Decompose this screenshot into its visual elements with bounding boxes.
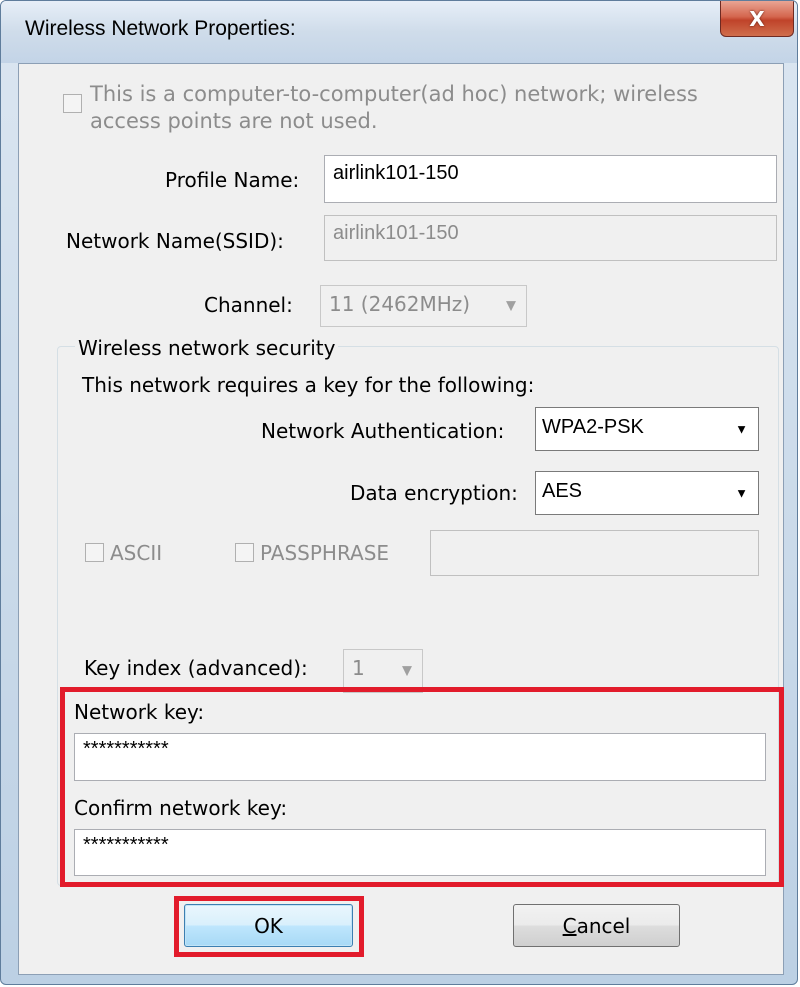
adhoc-label: This is a computer-to-computer(ad hoc) n… — [90, 81, 698, 135]
profile-name-label: Profile Name: — [165, 168, 300, 192]
chevron-down-icon: ▼ — [402, 663, 412, 679]
ssid-input[interactable]: airlink101-150 — [324, 215, 777, 261]
confirm-network-key-input[interactable]: *********** — [74, 829, 766, 876]
network-key-label: Network key: — [74, 700, 205, 724]
security-requirement-text: This network requires a key for the foll… — [82, 373, 535, 397]
data-encryption-label: Data encryption: — [350, 481, 518, 505]
network-key-input[interactable]: *********** — [74, 733, 766, 781]
adhoc-label-line1: This is a computer-to-computer(ad hoc) n… — [90, 82, 698, 106]
profile-name-input[interactable]: airlink101-150 — [324, 155, 777, 203]
cancel-button-label: ancel — [576, 913, 631, 938]
cancel-button-mnemonic: C — [562, 913, 577, 938]
channel-value: 11 (2462MHz) — [329, 292, 471, 316]
close-icon: X — [749, 6, 765, 31]
cancel-button[interactable]: Cancel — [513, 904, 680, 947]
key-index-value: 1 — [352, 656, 365, 680]
network-authentication-value: WPA2-PSK — [542, 416, 644, 438]
dialog-client-area: This is a computer-to-computer(ad hoc) n… — [18, 63, 784, 975]
ssid-label: Network Name(SSID): — [66, 229, 284, 253]
ok-button[interactable]: OK — [184, 904, 353, 947]
chevron-down-icon: ▼ — [506, 298, 516, 314]
title-bar[interactable]: Wireless Network Properties: X — [1, 1, 797, 63]
security-group-title: Wireless network security — [75, 336, 339, 360]
close-button[interactable]: X — [720, 1, 794, 37]
channel-label: Channel: — [204, 293, 293, 317]
passphrase-checkbox[interactable] — [235, 543, 254, 562]
network-authentication-label: Network Authentication: — [261, 419, 505, 443]
ascii-checkbox[interactable] — [85, 543, 104, 562]
adhoc-checkbox[interactable] — [63, 94, 82, 113]
ascii-label: ASCII — [110, 541, 163, 565]
key-index-label: Key index (advanced): — [84, 656, 308, 680]
data-encryption-select[interactable]: AES ▼ — [535, 471, 759, 515]
adhoc-label-line2: access points are not used. — [90, 109, 378, 133]
channel-select[interactable]: 11 (2462MHz) ▼ — [320, 285, 527, 327]
chevron-down-icon: ▼ — [735, 485, 748, 501]
data-encryption-value: AES — [542, 480, 583, 502]
chevron-down-icon: ▼ — [735, 421, 748, 437]
confirm-network-key-label: Confirm network key: — [74, 796, 288, 820]
passphrase-input[interactable] — [430, 530, 759, 576]
window-title: Wireless Network Properties: — [25, 17, 296, 40]
dialog-window: Wireless Network Properties: X This is a… — [0, 0, 798, 985]
passphrase-label: PASSPHRASE — [260, 541, 390, 565]
network-authentication-select[interactable]: WPA2-PSK ▼ — [535, 407, 759, 451]
